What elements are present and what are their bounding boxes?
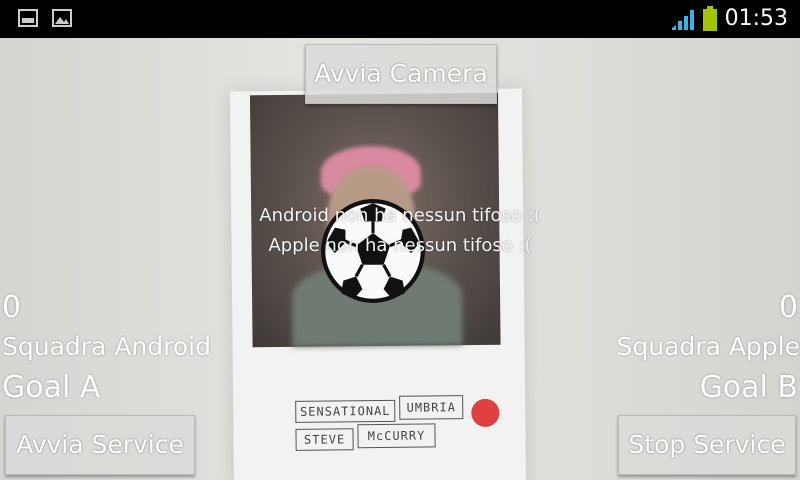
apple-score: 0 (778, 290, 798, 325)
android-fans-message: Android non ha nessun tifoso :( (259, 205, 541, 226)
card-text-sensational: SENSATIONAL (295, 399, 396, 423)
sd-card-icon (18, 9, 38, 27)
signal-icon (672, 10, 694, 30)
android-score: 0 (2, 290, 22, 325)
battery-icon (703, 6, 717, 31)
apple-team-name: Squadra Apple (616, 332, 800, 361)
goal-a-label: Goal A (2, 370, 101, 405)
card-text-umbria: UMBRIA (399, 395, 464, 420)
android-team-name: Squadra Android (2, 332, 211, 361)
status-bar: 01:53 (0, 0, 800, 38)
card-red-logo (471, 398, 500, 428)
start-camera-button[interactable]: Avvia Camera (305, 44, 497, 104)
card-text-mccurry: McCURRY (357, 423, 436, 449)
goal-b-label: Goal B (699, 370, 798, 405)
start-service-button[interactable]: Avvia Service (5, 415, 195, 475)
card-text-steve: STEVE (295, 428, 354, 451)
apple-fans-message: Apple non ha nessun tifoso :( (268, 235, 532, 256)
clock: 01:53 (724, 6, 788, 31)
stop-service-button[interactable]: Stop Service (618, 415, 796, 475)
image-icon (52, 9, 72, 27)
camera-preview: SENSATIONAL UMBRIA STEVE McCURRY (0, 38, 800, 480)
